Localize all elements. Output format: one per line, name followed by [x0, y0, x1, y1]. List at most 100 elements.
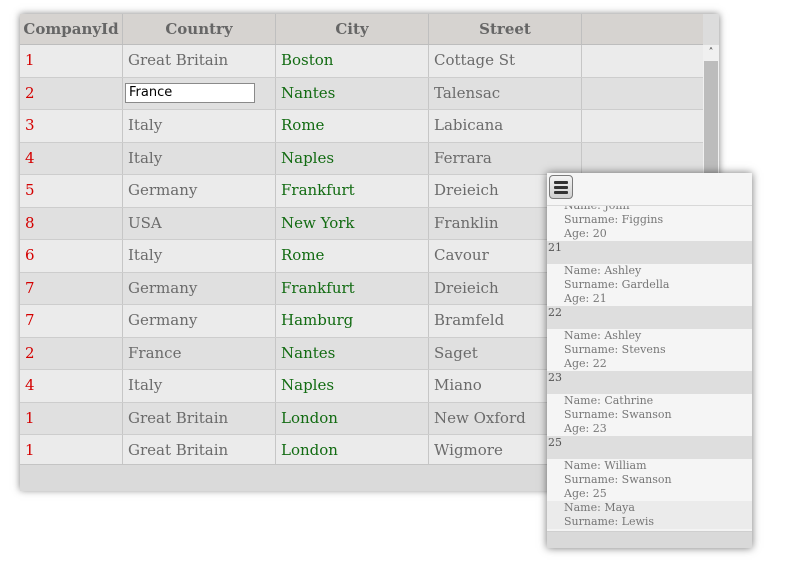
- cell-city[interactable]: Rome: [276, 110, 429, 142]
- cell-city-text: Nantes: [281, 83, 336, 102]
- cell-city[interactable]: Naples: [276, 370, 429, 402]
- list-item-line: Name: Ashley: [564, 329, 642, 342]
- cell-city[interactable]: Nantes: [276, 337, 429, 369]
- list-item[interactable]: Name: Ashley Surname: Stevens Age: 22: [547, 329, 752, 371]
- cell-street-text: Wigmore: [434, 441, 503, 459]
- cell-street[interactable]: Talensac: [429, 77, 582, 109]
- column-header-street[interactable]: Street: [429, 14, 582, 44]
- cell-country[interactable]: Italy: [123, 240, 276, 272]
- list-item[interactable]: Name: JohnSurname: FigginsAge: 20: [547, 206, 752, 241]
- table-row[interactable]: 1 Great Britain Boston Cottage St: [20, 45, 703, 78]
- cell-country[interactable]: Germany: [123, 175, 276, 207]
- column-header-companyid[interactable]: CompanyId: [20, 14, 123, 44]
- cell-country[interactable]: Germany: [123, 305, 276, 337]
- list-item-line: Name: John: [564, 206, 752, 213]
- cell-city[interactable]: Nantes: [276, 77, 429, 109]
- cell-street-text: Ferrara: [434, 148, 492, 167]
- cell-companyid[interactable]: 1: [20, 45, 123, 77]
- list-item[interactable]: Name: Maya Surname: Lewis: [547, 501, 752, 529]
- cell-country[interactable]: Italy: [123, 110, 276, 142]
- cell-country[interactable]: Germany: [123, 272, 276, 304]
- cell-country-text: Germany: [128, 278, 198, 297]
- cell-country-text: Great Britain: [128, 51, 229, 69]
- cell-country[interactable]: Great Britain: [123, 435, 276, 464]
- cell-companyid-text: 1: [25, 408, 35, 427]
- cell-companyid-text: 1: [25, 51, 35, 69]
- cell-street[interactable]: Labicana: [429, 110, 582, 142]
- cell-companyid[interactable]: 6: [20, 240, 123, 272]
- cell-city[interactable]: Hamburg: [276, 305, 429, 337]
- table-row[interactable]: 2 Nantes Talensac: [20, 77, 703, 110]
- cell-companyid-text: 2: [25, 343, 35, 362]
- list-item[interactable]: Name: Ashley Surname: Gardella Age: 21: [547, 264, 752, 306]
- list-item-line: Name: Cathrine: [564, 394, 654, 407]
- cell-companyid[interactable]: 3: [20, 110, 123, 142]
- cell-country[interactable]: Italy: [123, 142, 276, 174]
- cell-empty[interactable]: [582, 45, 703, 77]
- panel-list[interactable]: Name: JohnSurname: FigginsAge: 2021Name:…: [547, 206, 752, 531]
- cell-companyid-text: 6: [25, 246, 35, 264]
- cell-country[interactable]: Italy: [123, 370, 276, 402]
- cell-country[interactable]: France: [123, 337, 276, 369]
- cell-companyid[interactable]: 8: [20, 207, 123, 239]
- group-header[interactable]: 25: [547, 436, 752, 459]
- cell-country[interactable]: Great Britain: [123, 45, 276, 77]
- cell-city[interactable]: Naples: [276, 142, 429, 174]
- cell-country[interactable]: [123, 77, 276, 109]
- cell-city[interactable]: New York: [276, 207, 429, 239]
- cell-companyid[interactable]: 4: [20, 370, 123, 402]
- cell-companyid[interactable]: 2: [20, 337, 123, 369]
- cell-city-text: Nantes: [281, 343, 336, 362]
- cell-empty[interactable]: [582, 143, 703, 175]
- list-item[interactable]: Name: William Surname: Swanson Age: 25: [547, 459, 752, 501]
- cell-companyid-text: 4: [25, 376, 35, 394]
- cell-country[interactable]: Great Britain: [123, 402, 276, 434]
- cell-country[interactable]: USA: [123, 207, 276, 239]
- chevron-up-icon[interactable]: ˄: [703, 45, 719, 61]
- cell-city-text: Boston: [281, 51, 334, 69]
- cell-street-text: Cottage St: [434, 51, 516, 69]
- group-header[interactable]: 21: [547, 241, 752, 264]
- cell-city-text: London: [281, 408, 338, 427]
- group-header[interactable]: 23: [547, 371, 752, 394]
- cell-street[interactable]: Cottage St: [429, 45, 582, 77]
- cell-city[interactable]: London: [276, 435, 429, 464]
- cell-companyid[interactable]: 7: [20, 305, 123, 337]
- cell-companyid-text: 7: [25, 278, 35, 297]
- cell-companyid[interactable]: 1: [20, 435, 123, 464]
- cell-empty[interactable]: [582, 78, 703, 110]
- cell-city[interactable]: London: [276, 402, 429, 434]
- cell-companyid[interactable]: 4: [20, 142, 123, 174]
- cell-companyid-text: 7: [25, 311, 35, 329]
- list-item[interactable]: Name: Cathrine Surname: Swanson Age: 23: [547, 394, 752, 436]
- cell-street-text: Dreieich: [434, 278, 499, 297]
- cell-companyid[interactable]: 1: [20, 402, 123, 434]
- list-item-line: Surname: Swanson: [564, 473, 672, 486]
- cell-empty[interactable]: [582, 110, 703, 142]
- column-header-country[interactable]: Country: [123, 14, 276, 44]
- cell-city-text: Rome: [281, 116, 325, 134]
- group-header[interactable]: 22: [547, 306, 752, 329]
- hamburger-menu-icon[interactable]: [549, 175, 573, 199]
- panel-toolbar: [547, 173, 752, 206]
- cell-street-text: Miano: [434, 376, 482, 394]
- cell-city-text: London: [281, 441, 338, 459]
- cell-city[interactable]: Rome: [276, 240, 429, 272]
- cell-city-text: Naples: [281, 148, 335, 167]
- list-item-line: Age: 22: [564, 357, 607, 370]
- column-header-city[interactable]: City: [276, 14, 429, 44]
- country-edit-input[interactable]: [125, 82, 255, 103]
- cell-companyid[interactable]: 7: [20, 272, 123, 304]
- table-row[interactable]: 3 Italy Rome Labicana: [20, 110, 703, 143]
- cell-country-text: Germany: [128, 311, 198, 329]
- cell-city[interactable]: Frankfurt: [276, 175, 429, 207]
- cell-country-text: Great Britain: [128, 441, 229, 459]
- table-row[interactable]: 4 Italy Naples Ferrara: [20, 142, 703, 175]
- cell-city[interactable]: Frankfurt: [276, 272, 429, 304]
- scrollbar-thumb[interactable]: [704, 61, 718, 181]
- cell-city[interactable]: Boston: [276, 45, 429, 77]
- cell-street[interactable]: Ferrara: [429, 142, 582, 174]
- cell-companyid[interactable]: 5: [20, 175, 123, 207]
- cell-companyid[interactable]: 2: [20, 77, 123, 109]
- cell-street-text: Cavour: [434, 246, 489, 264]
